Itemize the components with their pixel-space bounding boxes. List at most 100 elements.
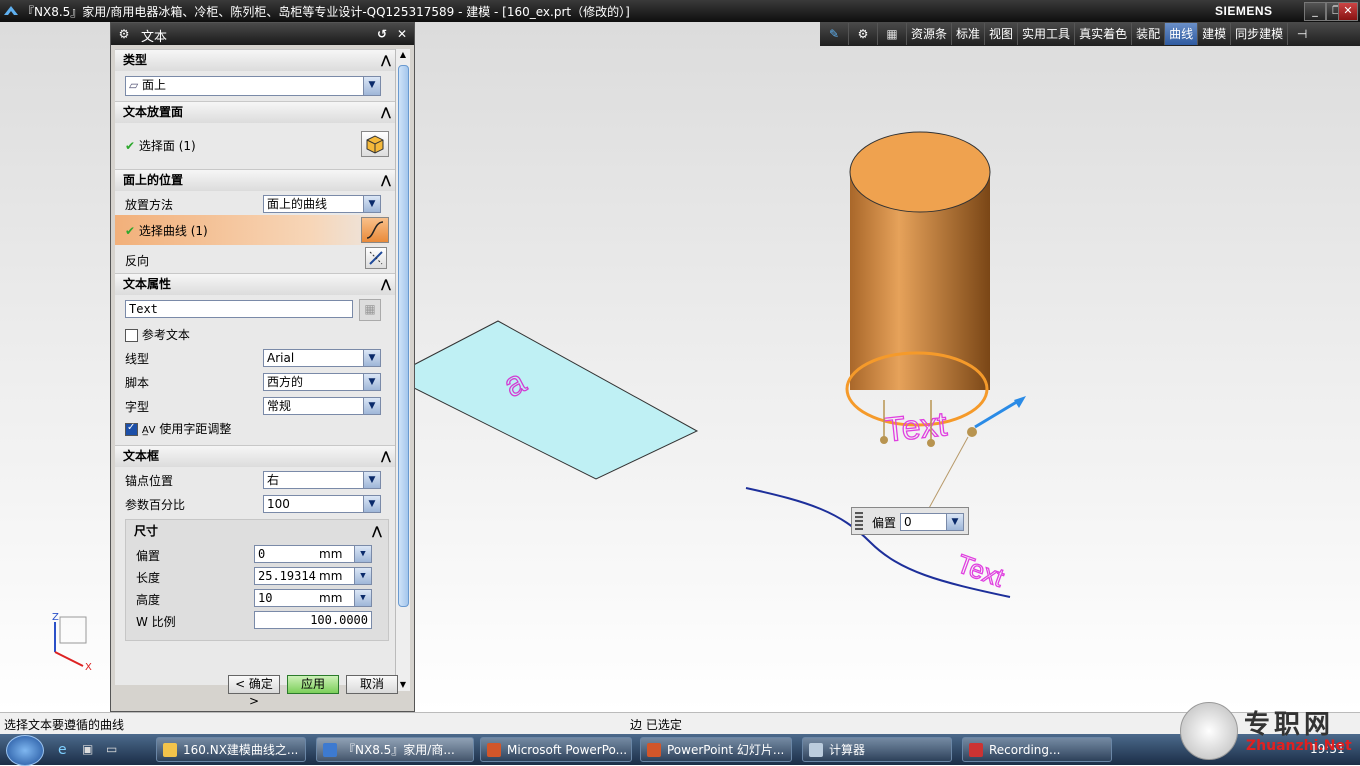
symbol-grid-icon[interactable]: ▦ — [359, 299, 381, 321]
tab-assembly[interactable]: 装配 — [1132, 23, 1166, 45]
reset-icon[interactable]: ↺ — [373, 25, 391, 43]
text-input[interactable]: Text — [125, 300, 353, 318]
tab-standard[interactable]: 标准 — [952, 23, 986, 45]
section-type[interactable]: 类型 ⋀ — [115, 49, 397, 71]
down-arrow-icon: ▼ — [354, 546, 371, 562]
siemens-brand: SIEMENS — [1215, 4, 1273, 18]
taskbar: e ▣ ▭ 160.NX建模曲线之... 『NX8.5』家用/商... Micr… — [0, 734, 1360, 766]
wscale-label: W 比例 — [136, 615, 176, 629]
reverse-arrow-icon — [369, 251, 383, 265]
dropdown-arrow-icon: ▼ — [363, 374, 380, 390]
soccer-ball-icon — [1180, 702, 1238, 760]
gear-icon[interactable]: ⚙ — [115, 25, 133, 43]
dialog-body: 类型 ⋀ ▱ 面上 ▼ 文本放置面 ⋀ ✔ 选择面 (1) 面上的位置 ⋀ 放置方法 面… — [115, 49, 397, 685]
coordinate-triad: Z X — [52, 612, 92, 673]
task-item-folder[interactable]: 160.NX建模曲线之... — [156, 737, 306, 762]
status-prompt: 选择文本要遵循的曲线 — [4, 718, 125, 732]
height-input[interactable]: 10 mm ▼ — [254, 589, 372, 607]
select-face-button[interactable] — [361, 131, 389, 157]
curve-icon — [366, 221, 384, 239]
expand-icon[interactable]: ⊣ — [1288, 23, 1316, 45]
gear-icon[interactable]: ⚙ — [849, 23, 878, 45]
popup-label: 偏置 — [872, 516, 897, 530]
watermark-logo: 专职网 Zhuanzhi.Net — [1180, 700, 1352, 762]
script-select[interactable]: 西方的 ▼ — [263, 373, 381, 391]
ref-text-label: 参考文本 — [141, 328, 190, 342]
param-percent-input[interactable]: 100 ▼ — [263, 495, 381, 513]
top-toolbar: ✎ ⚙ ▦ 资源条 标准 视图 实用工具 真实着色 装配 曲线 建模 同步建模 … — [820, 22, 1360, 46]
task-item-powerpoint[interactable]: Microsoft PowerPo... — [480, 737, 632, 762]
tab-modeling[interactable]: 建模 — [1198, 23, 1232, 45]
title-bar: 『NX8.5』家用/商用电器冰箱、冷柜、陈列柜、岛柜等专业设计-QQ125317… — [0, 0, 1360, 22]
tab-sync-modeling[interactable]: 同步建模 — [1231, 23, 1289, 45]
select-curve-row[interactable]: ✔ 选择曲线 (1) — [115, 215, 397, 245]
scroll-down-icon: ▼ — [399, 680, 407, 689]
face-type-icon: ▱ — [129, 78, 143, 92]
section-placement-face[interactable]: 文本放置面 ⋀ — [115, 101, 397, 123]
font-select[interactable]: Arial ▼ — [263, 349, 381, 367]
start-button[interactable] — [6, 735, 44, 766]
section-text-properties[interactable]: 文本属性 ⋀ — [115, 273, 397, 295]
explorer-icon[interactable]: ▣ — [82, 742, 93, 756]
cancel-button[interactable]: 取消 — [346, 675, 398, 694]
anchor-select[interactable]: 右 ▼ — [263, 471, 381, 489]
down-arrow-icon: ▼ — [354, 568, 371, 584]
offset-popup[interactable]: 偏置 0 ▼ — [851, 507, 969, 535]
placement-method-select[interactable]: 面上的曲线 ▼ — [263, 195, 381, 213]
collapse-icon: ⋀ — [380, 53, 391, 67]
type-select[interactable]: ▱ 面上 ▼ — [125, 76, 381, 96]
task-item-calculator[interactable]: 计算器 — [802, 737, 952, 762]
wscale-input[interactable]: 100.0000 — [254, 611, 372, 629]
dimensions-header[interactable]: 尺寸 ⋀ — [126, 520, 388, 542]
close-window-button[interactable]: ✕ — [1338, 2, 1358, 21]
scrollbar-thumb[interactable] — [398, 65, 409, 607]
param-label: 参数百分比 — [125, 498, 186, 512]
collapse-icon: ⋀ — [380, 173, 391, 187]
section-text-box[interactable]: 文本框 ⋀ — [115, 445, 397, 467]
dialog-scrollbar[interactable]: ▲ ▼ — [395, 49, 410, 691]
section-face-position[interactable]: 面上的位置 ⋀ — [115, 169, 397, 191]
nx-logo-icon — [4, 6, 18, 15]
tab-view[interactable]: 视图 — [985, 23, 1019, 45]
ref-text-checkbox[interactable] — [125, 329, 138, 342]
dropdown-arrow-icon: ▼ — [363, 472, 380, 488]
dialog-title: 文本 — [141, 30, 168, 45]
kerning-icon: A̲V — [141, 425, 156, 436]
task-item-recording[interactable]: Recording... — [962, 737, 1112, 762]
brush-icon[interactable]: ✎ — [820, 23, 849, 45]
check-icon: ✔ — [125, 224, 136, 238]
desktop-icon[interactable]: ▭ — [106, 742, 117, 756]
popup-offset-input[interactable]: 0 ▼ — [900, 513, 964, 531]
text-plane-face — [399, 320, 699, 480]
offset-input[interactable]: 0 mm ▼ — [254, 545, 372, 563]
tab-true-shading[interactable]: 真实着色 — [1075, 23, 1133, 45]
reverse-direction-button[interactable] — [365, 247, 387, 269]
ie-icon[interactable]: e — [58, 742, 67, 758]
down-arrow-icon: ▼ — [354, 590, 371, 606]
length-input[interactable]: 25.19314 mm ▼ — [254, 567, 372, 585]
style-select[interactable]: 常规 ▼ — [263, 397, 381, 415]
dialog-title-bar: ⚙ 文本 ↺ ✕ — [111, 23, 414, 45]
tab-curve[interactable]: 曲线 — [1165, 23, 1199, 45]
scroll-up-icon: ▲ — [399, 50, 407, 59]
cylinder-text: Text — [883, 405, 950, 449]
grid-icon[interactable]: ▦ — [878, 23, 907, 45]
cylinder-top — [849, 131, 991, 213]
select-curve-button[interactable] — [361, 217, 389, 243]
select-face-label[interactable]: 选择面 (1) — [139, 139, 196, 153]
ok-button[interactable]: < 确定 > — [228, 675, 280, 708]
kerning-checkbox[interactable] — [125, 422, 138, 436]
drag-handle[interactable] — [855, 512, 863, 530]
task-item-slideshow[interactable]: PowerPoint 幻灯片... — [640, 737, 792, 762]
style-label: 字型 — [125, 400, 150, 414]
apply-button[interactable]: 应用 — [287, 675, 339, 694]
close-icon[interactable]: ✕ — [393, 25, 411, 43]
dropdown-arrow-icon: ▼ — [363, 350, 380, 366]
check-icon: ✔ — [125, 139, 136, 153]
tab-resource-bar[interactable]: 资源条 — [907, 23, 953, 45]
task-item-nx[interactable]: 『NX8.5』家用/商... — [316, 737, 474, 762]
tab-utilities[interactable]: 实用工具 — [1018, 23, 1076, 45]
minimize-button[interactable]: _ — [1304, 2, 1326, 21]
dropdown-arrow-icon: ▼ — [363, 77, 380, 95]
collapse-icon: ⋀ — [380, 277, 391, 291]
